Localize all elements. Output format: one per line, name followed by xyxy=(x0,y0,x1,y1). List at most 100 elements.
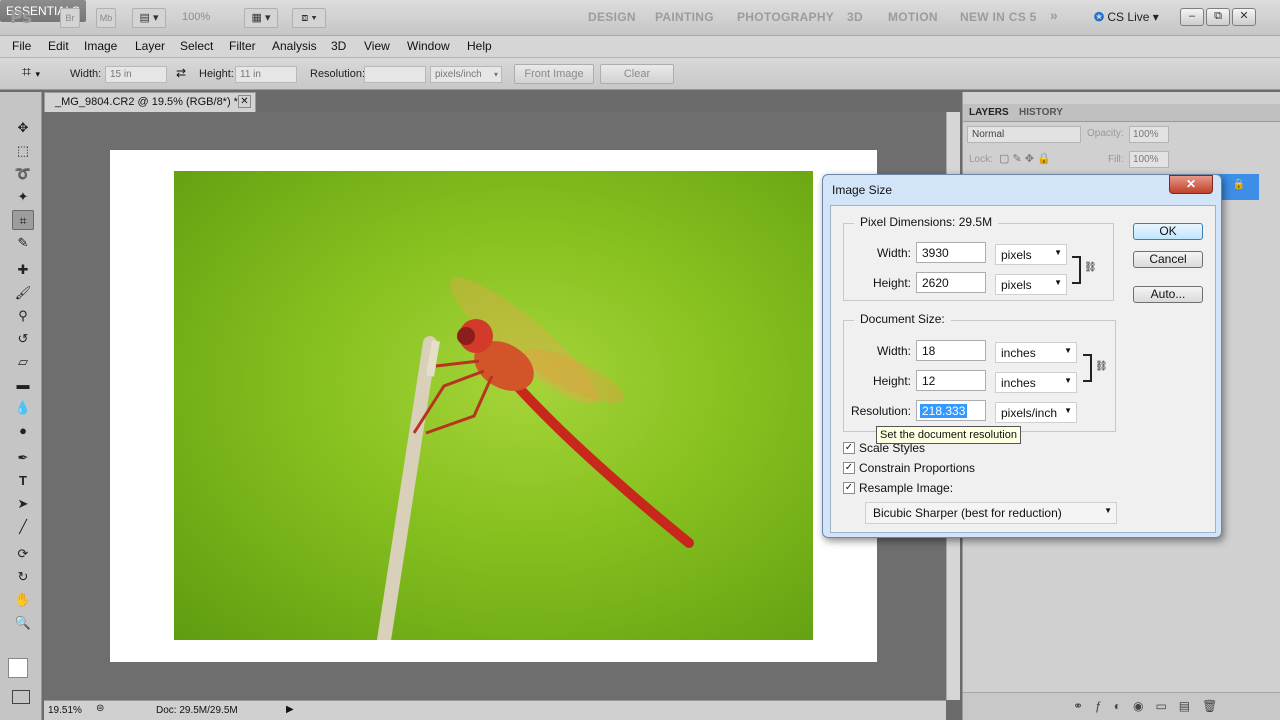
front-image-button[interactable]: Front Image xyxy=(514,64,594,84)
workspace-design[interactable]: DESIGN xyxy=(588,10,636,24)
fill-field[interactable]: 100% xyxy=(1129,151,1169,168)
close-button[interactable]: ✕ xyxy=(1232,8,1256,26)
menu-edit[interactable]: Edit xyxy=(48,39,69,53)
view-extras-button[interactable]: ▤ ▾ xyxy=(132,8,166,28)
dialog-close-button[interactable]: ✕ xyxy=(1169,175,1213,194)
status-icon[interactable]: ⊜ xyxy=(96,703,104,714)
doc-width-field[interactable]: 18 xyxy=(916,340,986,361)
move-tool-icon[interactable]: ✥ xyxy=(12,118,34,138)
screen-mode-button[interactable]: ⧈ ▾ xyxy=(292,8,326,28)
eraser-tool-icon[interactable]: ▱ xyxy=(12,352,34,372)
resolution-unit-select[interactable]: pixels/inch ▼ xyxy=(995,402,1077,423)
eyedropper-tool-icon[interactable]: ✎ xyxy=(12,233,34,253)
line-tool-icon[interactable]: ╱ xyxy=(12,517,34,537)
cs-live-menu[interactable]: ✪ CS Live ▾ xyxy=(1094,10,1159,24)
pixel-height-unit-select[interactable]: pixels ▼ xyxy=(995,274,1067,295)
history-brush-tool-icon[interactable]: ↺ xyxy=(12,329,34,349)
quick-selection-tool-icon[interactable]: ✦ xyxy=(12,187,34,207)
opacity-field[interactable]: 100% xyxy=(1129,126,1169,143)
status-bar: 19.51% ⊜ Doc: 29.5M/29.5M ▶ xyxy=(44,700,946,720)
document-tab[interactable]: _MG_9804.CR2 @ 19.5% (RGB/8*) * ✕ xyxy=(44,92,256,112)
crop-resolution-field[interactable] xyxy=(364,66,426,83)
gradient-tool-icon[interactable]: ▬ xyxy=(12,375,34,395)
zoom-tool-icon[interactable]: 🔍 xyxy=(12,613,34,633)
status-menu-arrow-icon[interactable]: ▶ xyxy=(286,704,294,715)
healing-brush-tool-icon[interactable]: ✚ xyxy=(12,260,34,280)
auto-button[interactable]: Auto... xyxy=(1133,286,1203,303)
workspace-painting[interactable]: PAINTING xyxy=(655,10,714,24)
menu-file[interactable]: File xyxy=(12,39,31,53)
type-tool-icon[interactable]: T xyxy=(12,471,34,491)
panel-tabs: LAYERS HISTORY xyxy=(963,104,1280,122)
menu-help[interactable]: Help xyxy=(467,39,492,53)
mini-bridge-button[interactable]: Mb xyxy=(96,8,116,28)
menu-image[interactable]: Image xyxy=(84,39,117,53)
pixel-width-unit-select[interactable]: pixels ▼ xyxy=(995,244,1067,265)
blend-mode-select[interactable]: Normal xyxy=(967,126,1081,143)
blur-tool-icon[interactable]: 💧 xyxy=(12,398,34,418)
pen-tool-icon[interactable]: ✒ xyxy=(12,448,34,468)
ok-button[interactable]: OK xyxy=(1133,223,1203,240)
constrain-proportions-checkbox[interactable]: ✓ xyxy=(843,462,855,474)
tab-layers[interactable]: LAYERS xyxy=(969,107,1009,118)
crop-height-field[interactable]: 11 in xyxy=(235,66,297,83)
doc-height-field[interactable]: 12 xyxy=(916,370,986,391)
canvas-paper[interactable] xyxy=(110,150,877,662)
menu-window[interactable]: Window xyxy=(407,39,450,53)
path-selection-tool-icon[interactable]: ➤ xyxy=(12,494,34,514)
cancel-button[interactable]: Cancel xyxy=(1133,251,1203,268)
3d-rotate-tool-icon[interactable]: ⟳ xyxy=(12,544,34,564)
workspace-motion[interactable]: MOTION xyxy=(888,10,938,24)
resample-image-checkbox[interactable]: ✓ xyxy=(843,482,855,494)
restore-button[interactable]: ⧉ xyxy=(1206,8,1230,26)
dragonfly-photo[interactable] xyxy=(174,171,813,640)
crop-width-field[interactable]: 15 in xyxy=(105,66,167,83)
brush-tool-icon[interactable]: 🖌 xyxy=(12,283,34,303)
resolution-unit-select[interactable]: pixels/inch ▾ xyxy=(430,66,502,83)
document-info: Doc: 29.5M/29.5M xyxy=(156,705,238,716)
3d-orbit-tool-icon[interactable]: ↻ xyxy=(12,567,34,587)
opacity-label: Opacity: xyxy=(1087,128,1124,139)
clear-button[interactable]: Clear xyxy=(600,64,674,84)
doc-height-unit-select[interactable]: inches ▼ xyxy=(995,372,1077,393)
swap-dimensions-icon[interactable]: ⇄ xyxy=(176,66,186,80)
canvas-area[interactable] xyxy=(44,112,946,700)
menu-3d[interactable]: 3D xyxy=(331,39,346,53)
lock-icons[interactable]: ▢ ✎ ✥ 🔒 xyxy=(999,152,1051,165)
resample-method-select[interactable]: Bicubic Sharper (best for reduction) ▼ xyxy=(865,502,1117,524)
menu-analysis[interactable]: Analysis xyxy=(272,39,317,53)
bridge-button[interactable]: Br xyxy=(60,8,80,28)
resolution-field[interactable]: 218.333 xyxy=(916,400,986,421)
chevron-down-icon: ▼ xyxy=(1054,278,1062,287)
tab-history[interactable]: HISTORY xyxy=(1019,107,1063,118)
doc-width-unit: inches xyxy=(1001,346,1036,360)
layer-action-icons[interactable]: ⚭ƒ◐◉▭▤🗑 xyxy=(1073,699,1229,713)
zoom-percentage-field[interactable]: 19.51% xyxy=(48,705,82,716)
menu-select[interactable]: Select xyxy=(180,39,213,53)
foreground-color-swatch[interactable] xyxy=(8,658,28,678)
clone-stamp-tool-icon[interactable]: ⚲ xyxy=(12,306,34,326)
close-icon[interactable]: ✕ xyxy=(238,95,251,108)
quick-mask-icon[interactable] xyxy=(12,690,30,704)
dragonfly-illustration xyxy=(377,277,694,640)
crop-tool-preset-icon[interactable]: ⌗ ▾ xyxy=(22,64,40,82)
zoom-level[interactable]: 100% xyxy=(182,11,210,23)
more-workspaces-icon[interactable]: » xyxy=(1050,7,1058,23)
workspace-3d[interactable]: 3D xyxy=(847,10,863,24)
crop-tool-icon[interactable]: ⌗ xyxy=(12,210,34,230)
menu-layer[interactable]: Layer xyxy=(135,39,165,53)
marquee-tool-icon[interactable]: ⬚ xyxy=(12,141,34,161)
dodge-tool-icon[interactable]: ● xyxy=(12,421,34,441)
workspace-new-in-cs5[interactable]: NEW IN CS 5 xyxy=(960,10,1037,24)
arrange-documents-button[interactable]: ▦ ▾ xyxy=(244,8,278,28)
lasso-tool-icon[interactable]: ➰ xyxy=(12,164,34,184)
minimize-button[interactable]: – xyxy=(1180,8,1204,26)
menu-filter[interactable]: Filter xyxy=(229,39,256,53)
scale-styles-checkbox[interactable]: ✓ xyxy=(843,442,855,454)
doc-width-unit-select[interactable]: inches ▼ xyxy=(995,342,1077,363)
menu-view[interactable]: View xyxy=(364,39,390,53)
pixel-height-field[interactable]: 2620 xyxy=(916,272,986,293)
hand-tool-icon[interactable]: ✋ xyxy=(12,590,34,610)
pixel-width-field[interactable]: 3930 xyxy=(916,242,986,263)
workspace-photography[interactable]: PHOTOGRAPHY xyxy=(737,10,834,24)
